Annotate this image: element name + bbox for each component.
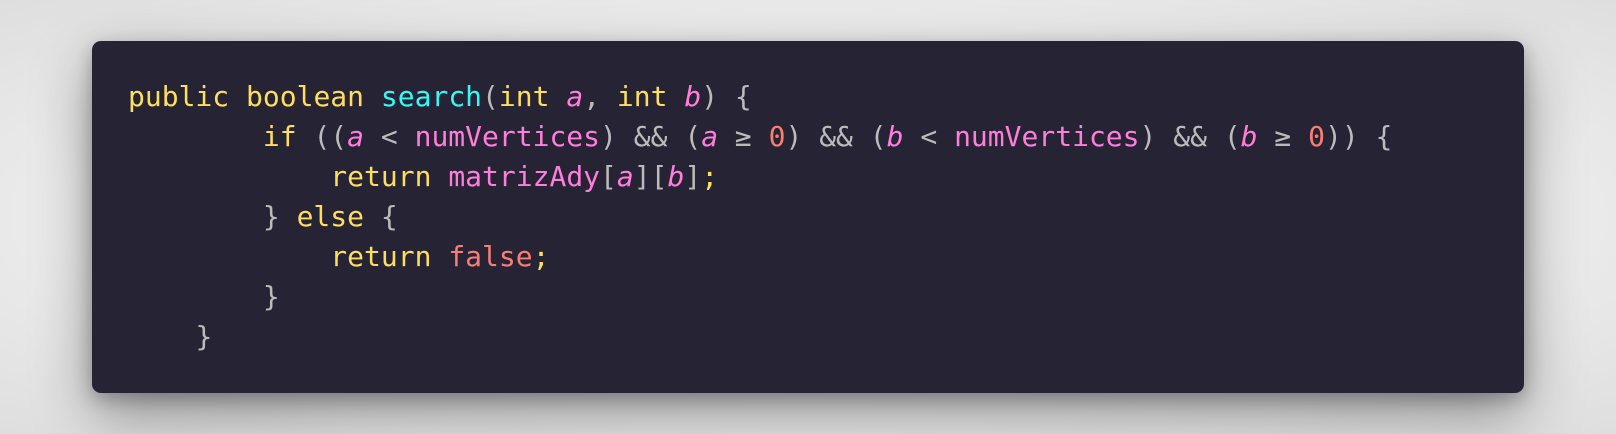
code-line-1: public boolean search(int a, int b) {: [128, 80, 752, 113]
keyword-return: return: [330, 160, 432, 193]
function-name: search: [380, 80, 483, 113]
operator-gte: ≥: [1274, 120, 1292, 153]
number-zero: 0: [1308, 120, 1325, 153]
keyword-return: return: [330, 240, 432, 273]
operator-and: &&: [819, 120, 853, 153]
identifier-numvertices: numVertices: [414, 120, 601, 153]
code-line-2: if ((a < numVertices) && (a ≥ 0) && (b <…: [262, 120, 1393, 153]
keyword-if: if: [262, 120, 297, 153]
operator-gte: ≥: [734, 120, 752, 153]
literal-false: false: [448, 240, 533, 273]
code-snippet-window: public boolean search(int a, int b) { if…: [92, 41, 1524, 393]
code-line-6: }: [262, 280, 280, 313]
operator-lt: <: [920, 120, 938, 153]
code-line-3: return matrizAdy[a][b];: [330, 160, 719, 193]
code-line-4: } else {: [262, 200, 398, 233]
param-a: a: [347, 120, 365, 153]
identifier-matrizady: matrizAdy: [448, 160, 601, 193]
keyword-int: int: [498, 80, 550, 113]
number-zero: 0: [768, 120, 786, 153]
param-a: a: [616, 160, 634, 193]
code-block: public boolean search(int a, int b) { if…: [128, 77, 1524, 357]
keyword-boolean: boolean: [246, 80, 365, 113]
operator-and: &&: [1173, 120, 1207, 153]
param-b: b: [667, 160, 685, 193]
keyword-int: int: [616, 80, 668, 113]
keyword-else: else: [296, 200, 365, 233]
code-line-7: }: [195, 320, 213, 353]
keyword-public: public: [128, 80, 230, 113]
code-line-5: return false;: [330, 240, 550, 273]
param-b: b: [1240, 120, 1258, 153]
param-b: b: [684, 80, 702, 113]
param-a: a: [566, 80, 584, 113]
identifier-numvertices: numVertices: [954, 120, 1140, 153]
operator-and: &&: [633, 120, 668, 153]
param-a: a: [701, 120, 719, 153]
param-b: b: [886, 120, 904, 153]
operator-lt: <: [380, 120, 398, 153]
